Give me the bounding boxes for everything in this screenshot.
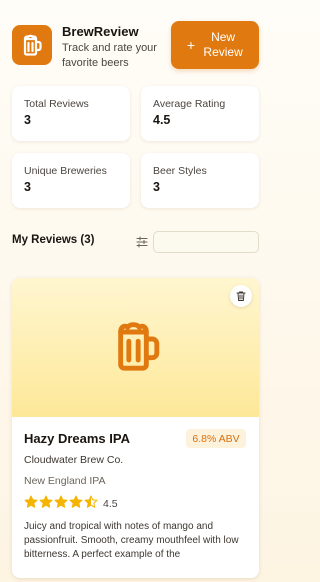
stat-card-total-reviews: Total Reviews 3	[12, 86, 130, 141]
stat-label: Unique Breweries	[24, 165, 107, 177]
star-icon	[69, 495, 83, 508]
rating-value: 4.5	[103, 498, 118, 510]
app-subtitle: Track and rate your favorite beers	[62, 42, 157, 69]
sliders-icon[interactable]	[135, 235, 149, 249]
delete-review-button[interactable]	[230, 285, 252, 307]
star-icon	[54, 495, 68, 508]
beer-mug-icon	[23, 34, 42, 56]
app-header: BrewReview Track and rate your favorite …	[12, 21, 262, 69]
beer-style: New England IPA	[24, 475, 106, 487]
stat-value: 3	[153, 180, 160, 194]
stat-label: Beer Styles	[153, 165, 207, 177]
app-title: BrewReview	[62, 24, 139, 39]
new-review-label: New Review	[203, 30, 243, 59]
stat-card-average-rating: Average Rating 4.5	[141, 86, 259, 141]
plus-icon: +	[186, 37, 196, 53]
brewery-name: Cloudwater Brew Co.	[24, 454, 124, 466]
new-review-button[interactable]: + New Review	[171, 21, 259, 69]
review-card-image	[12, 278, 259, 417]
stat-value: 3	[24, 113, 31, 127]
stat-label: Total Reviews	[24, 98, 89, 110]
app-logo	[12, 25, 52, 65]
search-input[interactable]	[153, 231, 259, 253]
beer-name: Hazy Dreams IPA	[24, 431, 130, 446]
star-icon	[84, 495, 98, 508]
stat-value: 4.5	[153, 113, 171, 127]
stat-card-unique-breweries: Unique Breweries 3	[12, 153, 130, 208]
star-rating	[24, 495, 98, 509]
abv-badge: 6.8% ABV	[186, 429, 246, 448]
stat-value: 3	[24, 180, 31, 194]
star-icon	[39, 495, 53, 508]
reviews-section-title: My Reviews (3)	[12, 234, 95, 246]
trash-icon	[236, 291, 246, 301]
beer-mug-icon	[118, 322, 160, 371]
review-description: Juicy and tropical with notes of mango a…	[24, 521, 239, 560]
stat-card-beer-styles: Beer Styles 3	[141, 153, 259, 208]
review-card[interactable]: Hazy Dreams IPA 6.8% ABV Cloudwater Brew…	[12, 278, 259, 578]
star-icon	[24, 495, 38, 508]
stat-label: Average Rating	[153, 98, 226, 110]
